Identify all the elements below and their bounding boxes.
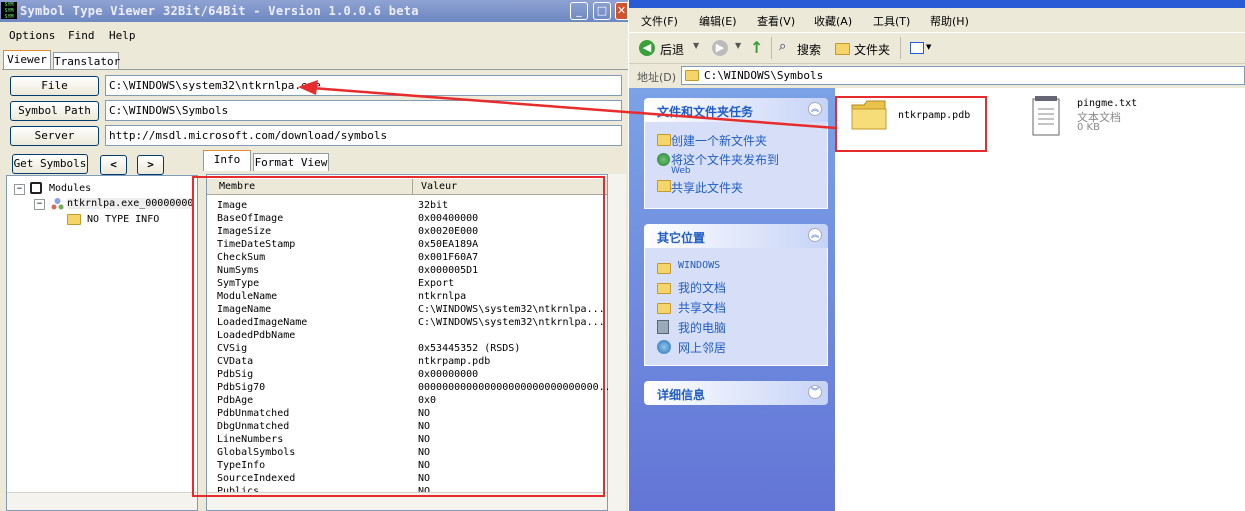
annotation-arrow: [298, 80, 837, 130]
